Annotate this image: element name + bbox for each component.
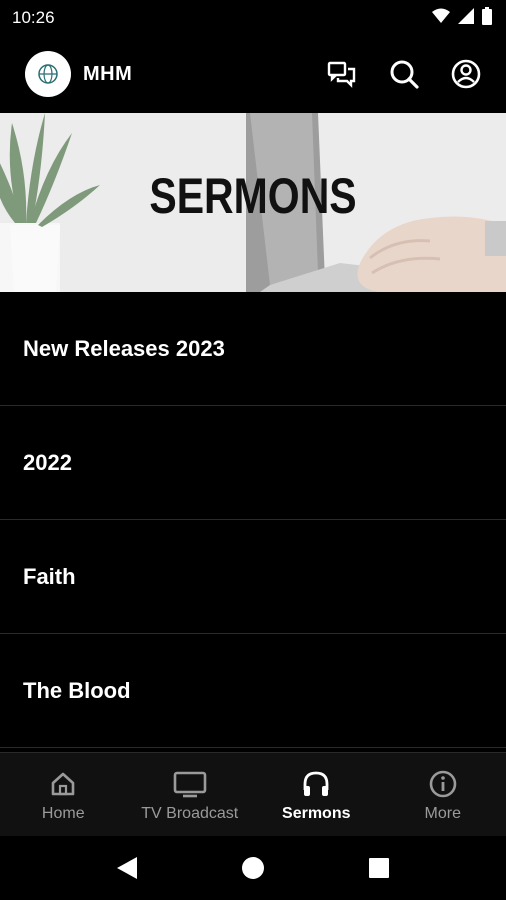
info-icon <box>428 769 458 799</box>
account-icon <box>451 59 481 89</box>
search-button[interactable] <box>386 56 422 92</box>
app-actions <box>324 56 484 92</box>
app-logo[interactable] <box>25 51 71 97</box>
signal-icon <box>458 7 474 29</box>
tv-icon <box>173 769 207 799</box>
globe-icon <box>38 64 58 84</box>
back-icon <box>117 857 137 879</box>
app-title: MHM <box>83 62 133 85</box>
app-bar: MHM <box>0 36 506 112</box>
account-button[interactable] <box>448 56 484 92</box>
sermons-banner: SERMONS <box>0 113 506 292</box>
nav-label: TV Broadcast <box>141 805 239 822</box>
battery-icon <box>482 6 492 30</box>
nav-home[interactable]: Home <box>0 753 127 836</box>
nav-label: Sermons <box>282 805 351 822</box>
status-bar: 10:26 <box>0 0 506 36</box>
nav-label: Home <box>41 805 85 822</box>
list-item[interactable]: The Blood <box>0 634 506 748</box>
recents-button[interactable] <box>316 857 442 879</box>
nav-more[interactable]: More <box>380 753 506 836</box>
home-icon <box>49 769 77 799</box>
wifi-icon <box>432 8 450 29</box>
system-nav-bar <box>0 836 506 900</box>
list-item[interactable]: New Releases 2023 <box>0 292 506 406</box>
bottom-nav: Home TV Broadcast Sermons More <box>0 752 506 836</box>
search-icon <box>390 60 419 89</box>
nav-label: More <box>424 805 461 822</box>
circle-home-icon <box>242 857 264 879</box>
sermon-category-list: New Releases 2023 2022 Faith The Blood <box>0 292 506 748</box>
nav-tv-broadcast[interactable]: TV Broadcast <box>127 753 254 836</box>
back-button[interactable] <box>64 855 190 881</box>
status-icons <box>432 6 492 30</box>
chat-button[interactable] <box>324 56 360 92</box>
banner-title: SERMONS <box>149 168 357 224</box>
status-time: 10:26 <box>12 8 55 27</box>
list-item[interactable]: Faith <box>0 520 506 634</box>
home-nav-button[interactable] <box>190 856 316 880</box>
headphones-icon <box>301 769 331 799</box>
list-item[interactable]: 2022 <box>0 406 506 520</box>
chat-icon <box>327 61 356 88</box>
square-recents-icon <box>369 858 389 878</box>
nav-sermons[interactable]: Sermons <box>253 753 380 836</box>
